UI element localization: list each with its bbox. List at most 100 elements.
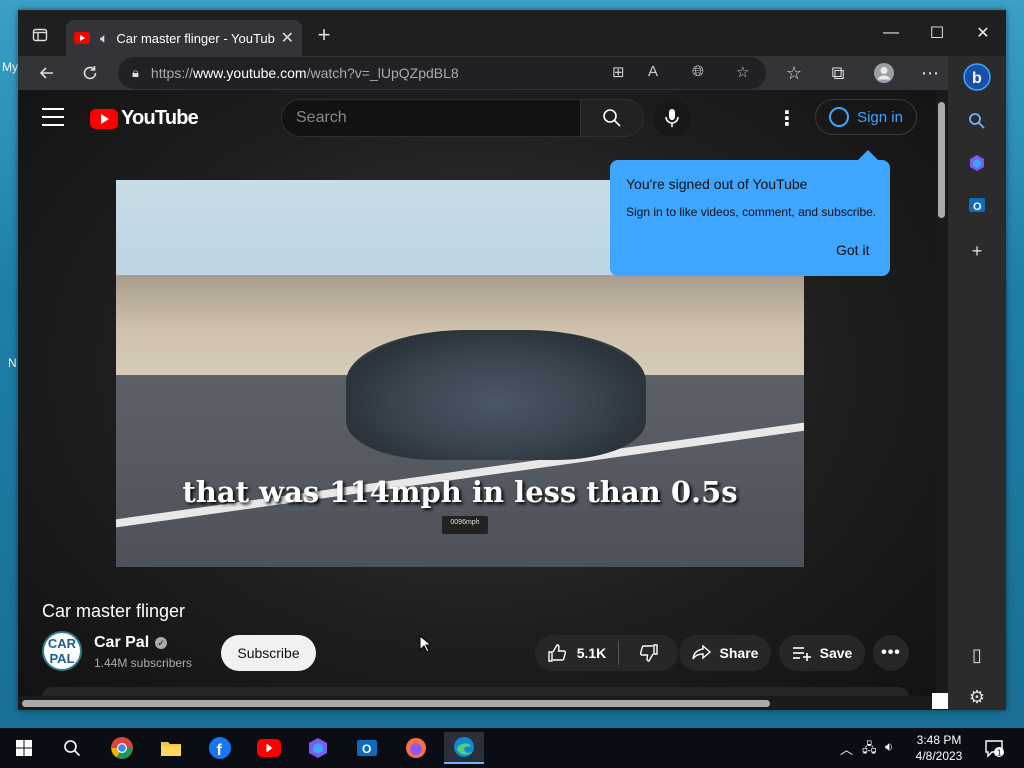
sidebar-copilot-icon[interactable] [962,148,992,178]
desktop-icon-label[interactable]: N [8,356,17,370]
youtube-logo-text: YouTube [121,107,199,129]
volume-icon[interactable]: 🔉︎ [885,739,893,755]
share-button[interactable]: Share [679,635,771,671]
sidebar-search-icon[interactable] [962,106,992,136]
lock-icon[interactable]: 🔒︎ [132,65,139,81]
settings-kebab-icon[interactable]: ⋮ [777,106,797,130]
tab-title: Car master flinger - YouTube [116,30,275,46]
youtube-play-icon [90,108,118,129]
channel-name-row[interactable]: Car Pal ✓ [94,634,168,652]
sidebar-add-icon[interactable]: + [962,236,992,266]
microphone-icon [665,109,679,127]
sidebar-outlook-icon[interactable]: O [962,190,992,220]
like-dislike-group: 5.1K [535,635,678,671]
more-actions-icon[interactable]: ••• [873,635,909,671]
dislike-button[interactable] [619,643,678,663]
new-tab-button[interactable]: + [312,22,336,48]
back-button[interactable] [32,58,62,88]
add-favorite-icon[interactable]: ☆ [736,63,749,81]
notification-count: 1 [997,749,1002,758]
network-icon[interactable]: 🖧︎ [862,739,877,761]
popup-body: Sign in to like videos, comment, and sub… [626,205,877,219]
share-label: Share [719,645,759,661]
video-title: Car master flinger [42,601,186,621]
search-icon [603,109,621,127]
maximize-button[interactable]: ☐ [914,18,960,48]
web-page: YouTube Search ⋮ Sign in that was 114mph… [18,90,936,710]
chrome-icon[interactable] [102,732,142,764]
svg-text:O: O [362,742,371,756]
system-clock[interactable]: 3:48 PM 4/8/2023 [907,732,971,764]
subscribe-button[interactable]: Subscribe [221,635,316,671]
thumbs-up-icon [548,644,566,662]
horizontal-scrollbar[interactable] [18,696,936,710]
settings-more-icon[interactable]: ⋯ [915,58,945,88]
extension-globe-icon[interactable]: 🌐︎ [692,63,704,80]
refresh-button[interactable] [75,58,105,88]
sidebar-settings-icon[interactable]: ⚙︎ [962,682,992,712]
minimize-button[interactable]: — [868,18,914,48]
search-button[interactable] [580,99,644,137]
app-available-icon[interactable]: ⊞ [612,63,625,81]
thumbs-down-icon [639,644,658,662]
facebook-icon[interactable]: f [200,732,240,764]
share-icon [691,644,711,660]
outlook-icon[interactable]: O [347,732,387,764]
like-count: 5.1K [576,645,607,661]
mouse-cursor-icon [419,635,431,653]
firefox-icon[interactable] [396,732,436,764]
notification-center-icon[interactable]: 1 [979,734,1009,762]
title-bar: 🔈︎ Car master flinger - YouTube ✕ + — ☐ … [18,10,1006,56]
profile-icon[interactable] [869,58,899,88]
close-window-button[interactable]: ✕ [960,18,1006,48]
read-aloud-icon[interactable]: A [648,63,658,80]
file-explorer-icon[interactable] [151,732,191,764]
taskbar: f O ︿ 🖧︎ 🔉︎ 3:48 PM 4/8/2023 1 [0,728,1024,768]
url-prefix: https:// [150,65,193,81]
desktop-icon-label[interactable]: My [2,60,18,74]
youtube-favicon-icon [74,32,90,44]
sidebar-panel-icon[interactable]: ▯ [962,640,992,670]
taskbar-search-icon[interactable] [52,732,92,764]
close-tab-icon[interactable]: ✕ [281,28,294,48]
horizontal-scroll-thumb[interactable] [22,700,770,707]
start-button[interactable] [4,732,44,764]
tab-youtube[interactable]: 🔈︎ Car master flinger - YouTube ✕ [66,20,302,56]
sign-in-button[interactable]: Sign in [815,99,917,135]
tab-actions-icon[interactable] [26,22,54,48]
youtube-logo[interactable]: YouTube [90,107,199,130]
channel-name[interactable]: Car Pal [94,634,149,652]
got-it-button[interactable]: Got it [836,242,869,258]
browser-toolbar: 🔒︎ https://www.youtube.com/watch?v=_lUpQ… [18,56,1006,90]
speedometer-overlay: 0096mph [442,516,488,534]
youtube-header: YouTube Search ⋮ Sign in [18,90,936,146]
favorites-icon[interactable]: ☆ [779,58,809,88]
like-button[interactable]: 5.1K [535,641,619,665]
video-caption: that was 114mph in less than 0.5s [182,475,738,509]
speaker-icon[interactable]: 🔈︎ [100,30,108,47]
vertical-scroll-thumb[interactable] [938,102,945,218]
scroll-corner [932,693,948,709]
save-button[interactable]: Save [779,635,865,671]
save-playlist-icon [792,647,811,661]
collections-icon[interactable]: ⧉ [823,58,853,88]
youtube-app-icon[interactable] [249,732,289,764]
account-icon [829,107,850,127]
voice-search-button[interactable] [653,99,691,137]
vertical-scrollbar[interactable] [936,90,948,710]
windows-logo-icon [16,740,32,756]
menu-hamburger-icon[interactable] [42,108,64,126]
search-input[interactable]: Search [281,99,581,137]
edge-sidebar: b O + ▯ ⚙︎ [948,56,1006,710]
edge-icon[interactable] [444,732,484,764]
clock-date: 4/8/2023 [915,749,963,763]
signed-out-popup: You're signed out of YouTube Sign in to … [610,150,890,276]
tray-chevron-icon[interactable]: ︿ [840,739,853,758]
bing-icon[interactable]: b [962,62,992,92]
svg-text:f: f [217,742,223,759]
svg-text:b: b [972,70,982,87]
address-bar[interactable]: 🔒︎ https://www.youtube.com/watch?v=_lUpQ… [118,57,766,89]
channel-avatar[interactable]: CAR PAL [42,631,82,671]
url-host: www.youtube.com [192,65,307,81]
copilot-app-icon[interactable] [298,732,338,764]
